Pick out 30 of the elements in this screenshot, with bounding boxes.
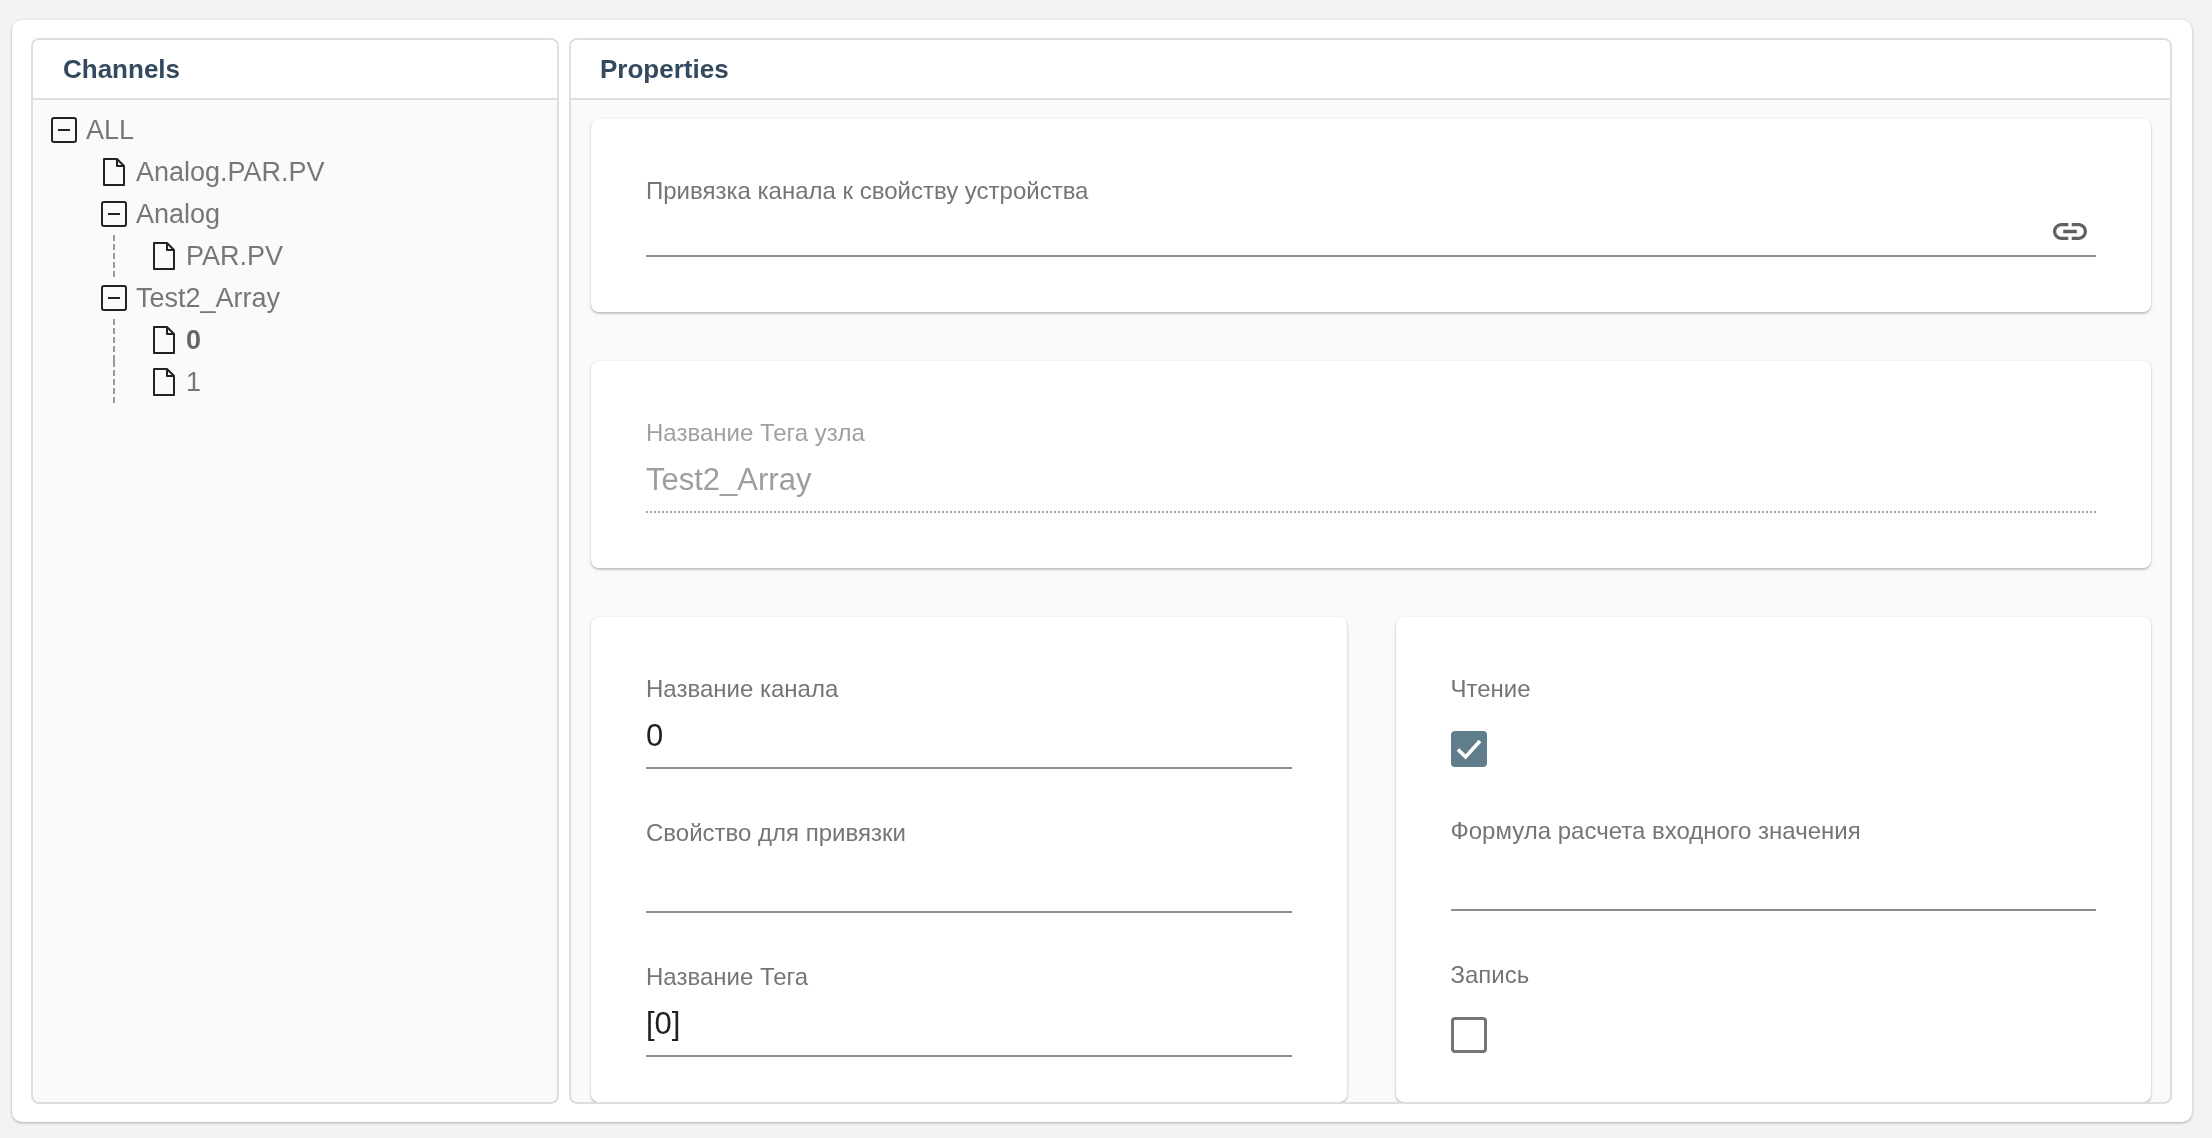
tree-item[interactable]: 0	[186, 322, 202, 358]
field-label: Формула расчета входного значения	[1450, 816, 1861, 846]
input-field[interactable]: 0	[646, 705, 1292, 769]
tree-item[interactable]: Analog	[136, 196, 221, 232]
panel-title: Properties	[600, 53, 729, 85]
tree-item[interactable]: Analog.PAR.PV	[136, 154, 325, 190]
checkbox[interactable]	[1450, 731, 1487, 767]
link-icon[interactable]	[2053, 222, 2087, 240]
checkbox[interactable]	[1450, 1017, 1487, 1053]
field-label: Свойство для привязки	[646, 818, 906, 848]
file-icon	[153, 368, 175, 396]
field-label: Название Тега	[646, 962, 809, 992]
field-label: Запись	[1450, 960, 1530, 990]
tree-item[interactable]: 1	[186, 364, 202, 400]
field-label: Чтение	[1450, 674, 1531, 704]
field-label: Привязка канала к свойству устройства	[646, 176, 1089, 206]
check-icon	[1455, 738, 1482, 760]
field-label: Название Тега узла	[646, 418, 865, 448]
collapse-icon[interactable]	[101, 201, 127, 227]
file-icon	[153, 242, 175, 270]
input-field[interactable]: [0]	[646, 993, 1292, 1057]
tree-item[interactable]: ALL	[86, 112, 135, 148]
field-label: Название канала	[646, 674, 839, 704]
tree-item[interactable]: PAR.PV	[186, 238, 284, 274]
file-icon	[103, 158, 125, 186]
file-icon	[153, 326, 175, 354]
panel-title: Channels	[63, 53, 181, 85]
collapse-icon[interactable]	[101, 285, 127, 311]
tree-item[interactable]: Test2_Array	[136, 280, 281, 316]
collapse-icon[interactable]	[51, 117, 77, 143]
